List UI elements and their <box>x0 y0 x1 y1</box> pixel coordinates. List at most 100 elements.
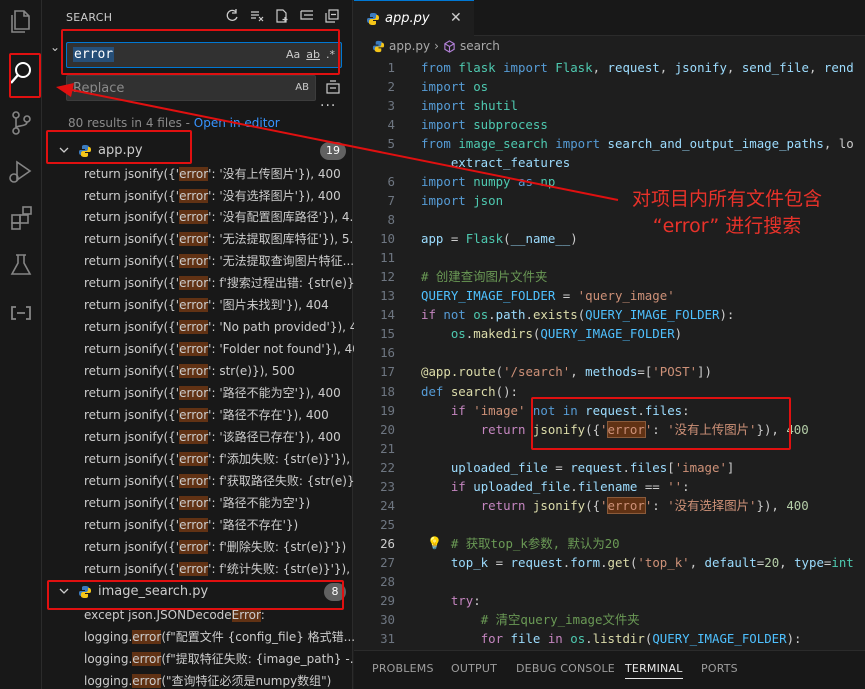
search-result-item[interactable]: return jsonify({'error': 'No path provid… <box>84 316 394 338</box>
line-number: 29 <box>380 592 395 608</box>
code-line[interactable]: 27 top_k = request.form.get('top_k', def… <box>354 553 865 572</box>
line-number: 6 <box>387 174 395 190</box>
code-line[interactable]: 12 # 创建查询图片文件夹 <box>354 267 865 286</box>
code-token: : <box>473 592 481 608</box>
search-result-item[interactable]: return jsonify({'error': '路径不能为空'}), 400 <box>84 382 394 404</box>
collapse-all-icon[interactable] <box>324 8 340 24</box>
code-line[interactable]: 13 QUERY_IMAGE_FOLDER = 'query_image' <box>354 286 865 305</box>
code-token: : <box>652 497 668 513</box>
search-result-item[interactable]: return jsonify({'error': f'统计失败: {str(e)… <box>84 558 394 580</box>
code-line[interactable]: 2 import os <box>354 77 865 96</box>
code-line[interactable]: 24 return jsonify({'error': '没有选择图片'}), … <box>354 496 865 515</box>
code-token: 'query_image' <box>577 288 675 304</box>
replace-all-icon[interactable] <box>324 78 342 96</box>
run-debug-icon[interactable] <box>5 156 37 188</box>
search-result-item[interactable]: return jsonify({'error': '图片未找到'}), 404 <box>84 294 394 316</box>
code-line[interactable]: 25 <box>354 515 865 534</box>
code-token: request <box>600 60 660 75</box>
code-line[interactable]: 28 <box>354 572 865 591</box>
code-line[interactable]: 22 uploaded_file = request.files['image'… <box>354 458 865 477</box>
code-token: listdir <box>592 630 645 646</box>
replace-input[interactable]: Replace AB <box>66 75 316 101</box>
code-token: ): <box>786 630 802 646</box>
code-line[interactable]: 15 os.makedirs(QUERY_IMAGE_FOLDER) <box>354 324 865 343</box>
view-as-tree-icon[interactable] <box>299 8 315 24</box>
code-editor[interactable]: 1 from flask import Flask, request, jsoni… <box>354 58 865 650</box>
tab-output[interactable]: OUTPUT <box>451 662 497 675</box>
more-options-icon[interactable]: ··· <box>320 98 336 114</box>
match-text: ': '路径不存在'}), 400 <box>208 408 329 422</box>
line-number: 27 <box>380 554 395 570</box>
search-result-item[interactable]: return jsonify({'error': '无法提取查询图片特征... <box>84 250 394 272</box>
testing-icon[interactable] <box>5 249 37 281</box>
annotation-note-line1: 对项目内所有文件包含 <box>631 188 822 210</box>
code-token: . <box>488 307 496 323</box>
close-icon[interactable]: ✕ <box>450 10 462 26</box>
code-line[interactable]: 17 @app.route('/search', methods=['POST']… <box>354 362 865 381</box>
code-line[interactable]: 26 💡 # 获取top_k参数, 默认为20 <box>354 534 865 553</box>
search-result-item[interactable]: return jsonify({'error': '路径不能为空'}) <box>84 492 394 514</box>
tab-terminal[interactable]: TERMINAL <box>625 662 683 679</box>
search-result-item[interactable]: return jsonify({'error': '该路径已存在'}), 400 <box>84 426 394 448</box>
breadcrumb-symbol[interactable]: search <box>460 39 500 53</box>
refresh-icon[interactable] <box>224 8 240 24</box>
code-text: app = Flask(__name__) <box>421 229 578 248</box>
code-line[interactable]: 5 from image_search import search_and_out… <box>354 134 865 153</box>
open-in-editor-link[interactable]: Open in editor <box>194 116 280 130</box>
code-line[interactable]: 14 if not os.path.exists(QUERY_IMAGE_FOLD… <box>354 305 865 324</box>
search-result-item[interactable]: return jsonify({'error': '路径不存在'}) <box>84 514 394 536</box>
search-result-item[interactable]: logging.error(f"提取特征失败: {image_path} -..… <box>84 648 394 670</box>
code-line[interactable]: 31 for file in os.listdir(QUERY_IMAGE_FO… <box>354 629 865 648</box>
tab-problems[interactable]: PROBLEMS <box>372 662 434 675</box>
search-result-item[interactable]: return jsonify({'error': f'删除失败: {str(e)… <box>84 536 394 558</box>
tab-app-py[interactable]: app.py ✕ <box>354 0 474 36</box>
tab-label: app.py <box>385 11 430 26</box>
code-token: = <box>443 231 466 247</box>
explorer-icon[interactable] <box>5 5 37 37</box>
search-result-item[interactable]: logging.error("查询特征必须是numpy数组") <box>84 670 394 689</box>
tab-ports[interactable]: PORTS <box>701 662 738 675</box>
search-result-item[interactable]: return jsonify({'error': '没有选择图片'}), 400 <box>84 185 394 207</box>
sidebar-toolbar <box>224 8 340 24</box>
code-token: =[ <box>637 364 653 380</box>
code-token: __name__ <box>510 231 571 247</box>
search-result-item[interactable]: return jsonify({'error': str(e)}), 500 <box>84 360 394 382</box>
tab-debug-console[interactable]: DEBUG CONSOLE <box>516 662 615 675</box>
code-line[interactable]: 4 import subprocess <box>354 115 865 134</box>
new-search-editor-icon[interactable] <box>274 8 290 24</box>
code-line[interactable]: 29 try: <box>354 591 865 610</box>
search-result-item[interactable]: return jsonify({'error': '没有配置图库路径'}), 4… <box>84 206 394 228</box>
search-result-item[interactable]: logging.error(f"配置文件 {config_file} 格式错..… <box>84 626 394 648</box>
source-control-icon[interactable] <box>5 107 37 139</box>
code-token: ) <box>674 326 683 342</box>
search-result-item[interactable]: return jsonify({'error': '无法提取图库特征'}), 5… <box>84 228 394 250</box>
code-line[interactable]: 23 if uploaded_file.filename == '': <box>354 477 865 496</box>
match-highlight: error <box>179 342 209 357</box>
search-result-item[interactable]: return jsonify({'error': 'Folder not fou… <box>84 338 394 360</box>
match-text: ': f'删除失败: {str(e)}'}) <box>208 539 347 554</box>
clear-results-icon[interactable] <box>249 8 265 24</box>
code-token: if <box>450 402 474 418</box>
code-line[interactable]: extract_features <box>354 153 865 172</box>
search-result-item[interactable]: return jsonify({'error': f'获取路径失败: {str(… <box>84 470 394 492</box>
code-line[interactable]: 11 <box>354 248 865 267</box>
breadcrumb-file[interactable]: app.py <box>389 39 430 53</box>
preserve-case-toggle[interactable]: AB <box>295 82 309 93</box>
extensions-icon[interactable] <box>5 202 37 234</box>
search-result-item[interactable]: return jsonify({'error': f'搜索过程出错: {str(… <box>84 272 394 294</box>
line-number: 5 <box>387 136 395 152</box>
search-result-item[interactable]: return jsonify({'error': '路径不存在'}), 400 <box>84 404 394 426</box>
remote-explorer-icon[interactable] <box>5 297 37 329</box>
code-token: import <box>421 98 474 114</box>
code-token: return <box>480 497 533 513</box>
match-text: return jsonify({' <box>84 495 180 510</box>
code-line[interactable]: 16 <box>354 343 865 362</box>
code-line[interactable]: 3 import shutil <box>354 96 865 115</box>
code-line[interactable]: 1 from flask import Flask, request, jsoni… <box>354 58 865 77</box>
code-line[interactable]: 30 # 清空query_image文件夹 <box>354 610 865 629</box>
search-result-item[interactable]: return jsonify({'error': '没有上传图片'}), 400 <box>84 163 394 185</box>
search-result-item[interactable]: return jsonify({'error': f'添加失败: {str(e)… <box>84 448 394 470</box>
match-text: return jsonify({' <box>84 364 180 379</box>
toggle-replace-chevron-icon[interactable]: ⌄ <box>50 40 60 54</box>
